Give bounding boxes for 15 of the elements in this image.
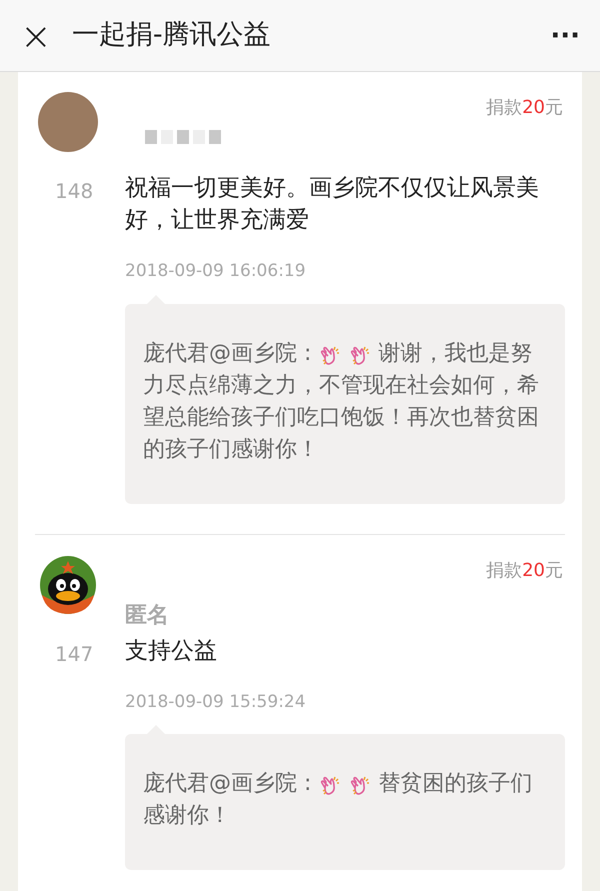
donation-time: 2018-09-09 15:59:24 xyxy=(125,690,307,714)
donation-time: 2018-09-09 16:06:19 xyxy=(125,260,307,283)
more-button[interactable]: ··· xyxy=(550,22,580,48)
close-button[interactable]: × xyxy=(20,16,52,54)
donor-name: 匿名 xyxy=(125,602,169,630)
rank-number: 148 xyxy=(55,178,94,205)
window-title: 一起捐-腾讯公益 xyxy=(72,18,272,52)
rank-number: 147 xyxy=(55,640,94,668)
donation-amount: 捐款20元 xyxy=(486,96,563,120)
reply-text: 庞代君@画乡院 : 替贫困的孩子们感谢你！ xyxy=(143,770,534,830)
penguin-avatar-icon xyxy=(38,554,98,614)
donation-amount: 捐款20元 xyxy=(486,558,563,582)
donation-message: 祝福一切更美好。画乡院不仅仅让风景美好，让世界充满爱 xyxy=(125,174,540,235)
reply-text: 庞代君@画乡院 : 谢谢，我也是努力尽点绵薄之力，不管现在社会如何，希望总能给孩子们吃口饱饭！再次也替贫困的孩子们感谢你！ xyxy=(143,340,540,464)
donation-message: 支持公益 xyxy=(125,636,218,666)
